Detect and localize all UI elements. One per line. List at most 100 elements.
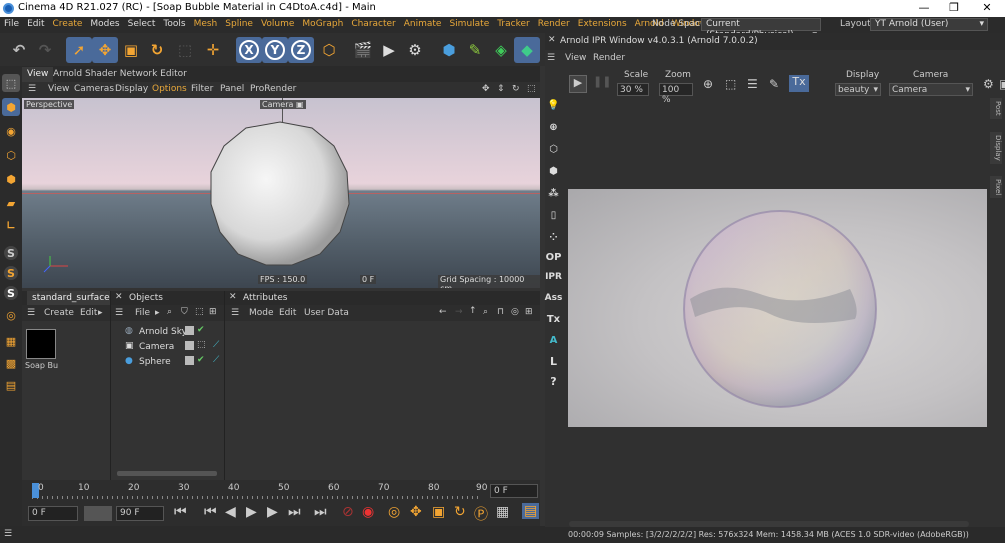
visibility-icon[interactable] (185, 341, 194, 350)
vp-menu-filter[interactable]: Filter (191, 84, 213, 94)
hamburger-icon[interactable]: ☰ (28, 84, 36, 94)
keyframe-selection-icon[interactable]: ◎ (388, 504, 400, 520)
next-frame-icon[interactable]: ▶ (267, 504, 278, 520)
align-workplane-icon[interactable]: ▤ (2, 376, 20, 394)
search-icon[interactable]: ⌕ (483, 307, 488, 317)
menu-character[interactable]: Character (347, 17, 399, 31)
add-icon[interactable]: ⊞ (209, 307, 217, 317)
attr-menu-user-data[interactable]: User Data (304, 308, 349, 318)
menu-select[interactable]: Select (124, 17, 160, 31)
prev-frame-icon[interactable]: ◀ (225, 504, 236, 520)
tx-button[interactable]: Tx (545, 310, 562, 328)
visibility-icon[interactable] (185, 326, 194, 335)
parameter-key-icon[interactable]: Ⓟ (474, 504, 488, 524)
node-space-dropdown[interactable]: Current (Standard/Physical)▾ (701, 18, 821, 40)
tab-post[interactable]: Post (990, 98, 1002, 119)
ipr-render-image[interactable] (568, 189, 987, 427)
timeline[interactable]: 0 10 20 30 40 50 60 70 80 90 0 F (22, 480, 540, 502)
tab-attributes[interactable]: Attributes (243, 293, 287, 303)
arnold-logo-icon[interactable]: A (545, 331, 562, 349)
play-icon[interactable]: ▶ (569, 75, 587, 93)
rotate-tool-icon[interactable]: ↻ (144, 37, 170, 63)
cube-icon[interactable]: ⬡ (545, 140, 562, 158)
record-active-icon[interactable]: ⊘ (342, 504, 354, 520)
scale-field[interactable]: 30 % (617, 83, 649, 96)
x-axis-icon[interactable]: X (236, 37, 262, 63)
arnold-tag-icon[interactable]: ⟋ (213, 340, 219, 350)
tab-objects[interactable]: Objects (129, 293, 163, 303)
last-tool-icon[interactable]: ⬚ (172, 37, 198, 63)
vp-menu-options[interactable]: Options (152, 84, 187, 94)
menu-edit[interactable]: Edit (23, 17, 48, 31)
texture-mode-icon[interactable]: ◉ (2, 122, 20, 140)
menu-animate[interactable]: Animate (400, 17, 446, 31)
pla-key-icon[interactable]: ▦ (496, 504, 509, 520)
tab-pixel[interactable]: Pixel (990, 176, 1002, 199)
rotate-view-icon[interactable]: ↻ (512, 84, 520, 94)
coordinate-system-icon[interactable]: ⬡ (316, 37, 342, 63)
menu-extensions[interactable]: Extensions (574, 17, 631, 31)
obj-menu-file[interactable]: File (135, 308, 150, 318)
mat-menu-edit[interactable]: Edit (80, 308, 97, 318)
close-icon[interactable]: ✕ (548, 35, 556, 45)
start-frame-field[interactable]: 0 F (28, 506, 78, 521)
transform-tool-icon[interactable]: ✛ (200, 37, 226, 63)
check-icon[interactable]: ✔ (197, 325, 205, 335)
menu-create[interactable]: Create (49, 17, 87, 31)
points-mode-icon[interactable]: ⬡ (2, 146, 20, 164)
close-icon[interactable]: ✕ (229, 292, 237, 302)
grid-icon[interactable]: ▦ (2, 332, 20, 350)
vp-menu-panel[interactable]: Panel (220, 84, 244, 94)
menu-tracker[interactable]: Tracker (493, 17, 533, 31)
globe-icon[interactable]: ⊕ (545, 118, 562, 136)
maximize-view-icon[interactable]: ⬚ (527, 84, 536, 94)
tab-arnold-shader-network-editor[interactable]: Arnold Shader Network Editor (48, 67, 192, 82)
attr-menu-mode[interactable]: Mode (249, 308, 274, 318)
current-frame-field[interactable]: 0 F (490, 484, 538, 498)
menu-tools[interactable]: Tools (159, 17, 189, 31)
snapshot-icon[interactable]: ▣ (999, 77, 1005, 91)
tab-standard-surface[interactable]: standard_surface (27, 291, 115, 306)
check-icon[interactable]: ✔ (197, 355, 205, 365)
display-dropdown[interactable]: beauty ▾ (835, 83, 881, 96)
position-key-icon[interactable]: ✥ (410, 504, 422, 520)
lock-icon[interactable]: ⊓ (497, 307, 504, 317)
ass-button[interactable]: Ass (545, 289, 563, 307)
list-icon[interactable]: ☰ (747, 77, 758, 91)
play-icon[interactable]: ▶ (246, 504, 257, 520)
attr-menu-edit[interactable]: Edit (279, 308, 296, 318)
snap-settings-icon[interactable]: S (2, 264, 20, 282)
polygons-mode-icon[interactable]: ▰ (2, 194, 20, 212)
menu-render[interactable]: Render (534, 17, 574, 31)
move-tool-icon[interactable]: ✥ (92, 37, 118, 63)
menu-spline[interactable]: Spline (221, 17, 257, 31)
hamburger-icon[interactable]: ☰ (115, 308, 123, 318)
timeline-window-icon[interactable]: ▤ (522, 503, 540, 519)
prev-keyframe-icon[interactable]: ⏮ (204, 504, 217, 520)
tab-display[interactable]: Display (990, 132, 1002, 164)
vp-menu-cameras[interactable]: Cameras (74, 84, 114, 94)
sphere-mesh[interactable] (208, 120, 352, 266)
range-slider[interactable] (84, 506, 112, 521)
new-window-icon[interactable]: ⬚ (195, 307, 204, 317)
filter-icon[interactable]: ⛉ (181, 307, 188, 317)
zoom-field[interactable]: 100 % (659, 83, 693, 105)
end-frame-field[interactable]: 90 F (116, 506, 164, 521)
layout-dropdown[interactable]: YT Arnold (User) ▾ (870, 18, 988, 31)
go-to-end-icon[interactable]: ⏭ (314, 504, 327, 520)
hamburger-icon[interactable]: ☰ (231, 308, 239, 318)
material-swatch[interactable] (26, 329, 56, 359)
menu-file[interactable]: File (0, 17, 23, 31)
settings-icon[interactable]: ⚙ (983, 77, 994, 91)
vp-menu-prorender[interactable]: ProRender (250, 84, 296, 94)
lock-workplane-icon[interactable]: ▩ (2, 354, 20, 372)
scale-key-icon[interactable]: ▣ (432, 504, 445, 520)
workplane-icon[interactable]: ◎ (2, 306, 20, 324)
subdivision-icon[interactable]: ◈ (488, 37, 514, 63)
document-icon[interactable]: ▯ (545, 206, 562, 224)
search-icon[interactable]: ⌕ (167, 307, 172, 317)
visibility-icon[interactable] (185, 356, 194, 365)
volume-icon[interactable]: ⬢ (545, 162, 562, 180)
operator-button[interactable]: OP (545, 248, 562, 266)
hamburger-icon[interactable]: ☰ (4, 529, 12, 539)
